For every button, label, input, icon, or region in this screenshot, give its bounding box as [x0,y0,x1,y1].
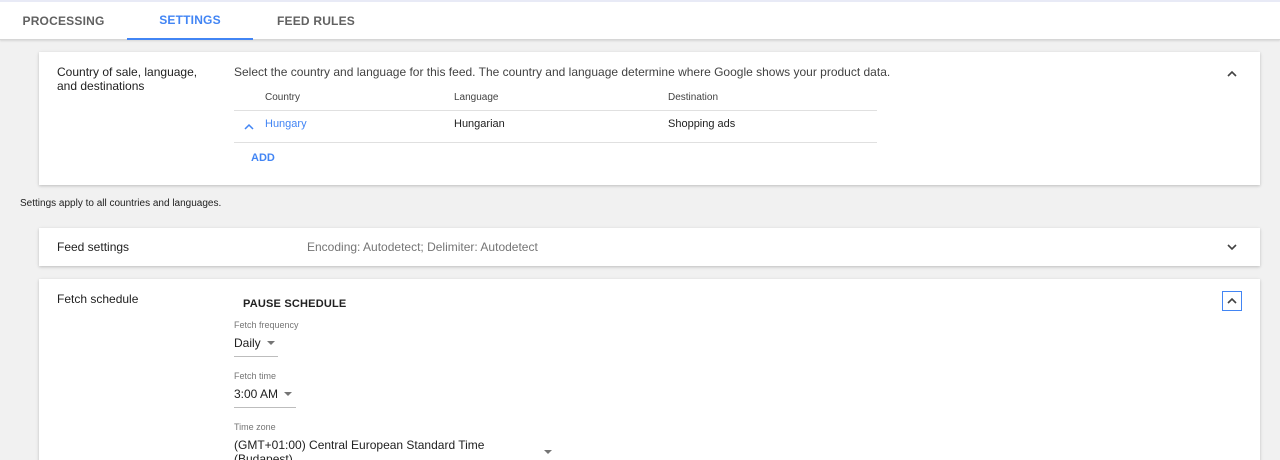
feed-settings-card[interactable]: Feed settings Encoding: Autodetect; Deli… [39,228,1260,266]
countries-description: Select the country and language for this… [234,65,891,79]
tab-bar: PROCESSING SETTINGS FEED RULES [0,0,1280,40]
dropdown-caret-icon [266,341,275,345]
country-link[interactable]: Hungary [265,118,307,130]
feed-settings-summary: Encoding: Autodetect; Delimiter: Autodet… [307,240,538,254]
add-country-button[interactable]: ADD [251,152,275,164]
time-zone-label: Time zone [234,422,276,432]
dropdown-caret-icon [284,392,293,396]
fetch-time-select[interactable]: 3:00 AM [234,387,296,408]
column-header-destination: Destination [668,92,719,103]
countries-section-title: Country of sale, language, and destinati… [57,65,198,93]
fetch-frequency-label: Fetch frequency [234,320,299,330]
tab-processing[interactable]: PROCESSING [0,2,127,40]
chevron-up-icon [1227,297,1237,304]
settings-note: Settings apply to all countries and lang… [20,198,222,209]
pause-schedule-button[interactable]: PAUSE SCHEDULE [243,298,346,310]
time-zone-value: (GMT+01:00) Central European Standard Ti… [234,438,485,460]
dropdown-caret-icon [544,450,552,454]
language-cell: Hungarian [454,118,505,130]
table-divider [234,110,877,111]
countries-card: Country of sale, language, and destinati… [39,52,1260,185]
collapse-button[interactable] [1222,64,1242,84]
column-header-language: Language [454,92,499,103]
fetch-frequency-value: Daily [234,336,261,350]
tab-settings[interactable]: SETTINGS [127,2,253,40]
expand-button[interactable] [1222,237,1242,257]
fetch-frequency-select[interactable]: Daily [234,336,278,357]
destination-cell: Shopping ads [668,118,736,130]
collapse-button[interactable] [1222,291,1242,311]
table-divider [234,142,877,143]
tab-feed-rules[interactable]: FEED RULES [253,2,379,40]
column-header-country: Country [265,92,301,103]
fetch-time-value: 3:00 AM [234,387,279,401]
chevron-down-icon [1227,244,1237,251]
chevron-up-icon[interactable] [243,119,255,130]
fetch-schedule-card: Fetch schedule PAUSE SCHEDULE Fetch freq… [39,279,1260,460]
time-zone-select[interactable]: (GMT+01:00) Central European Standard Ti… [234,438,552,460]
fetch-time-label: Fetch time [234,371,277,381]
fetch-schedule-title: Fetch schedule [57,292,139,306]
chevron-up-icon [1227,70,1237,77]
feed-settings-title: Feed settings [57,240,130,254]
